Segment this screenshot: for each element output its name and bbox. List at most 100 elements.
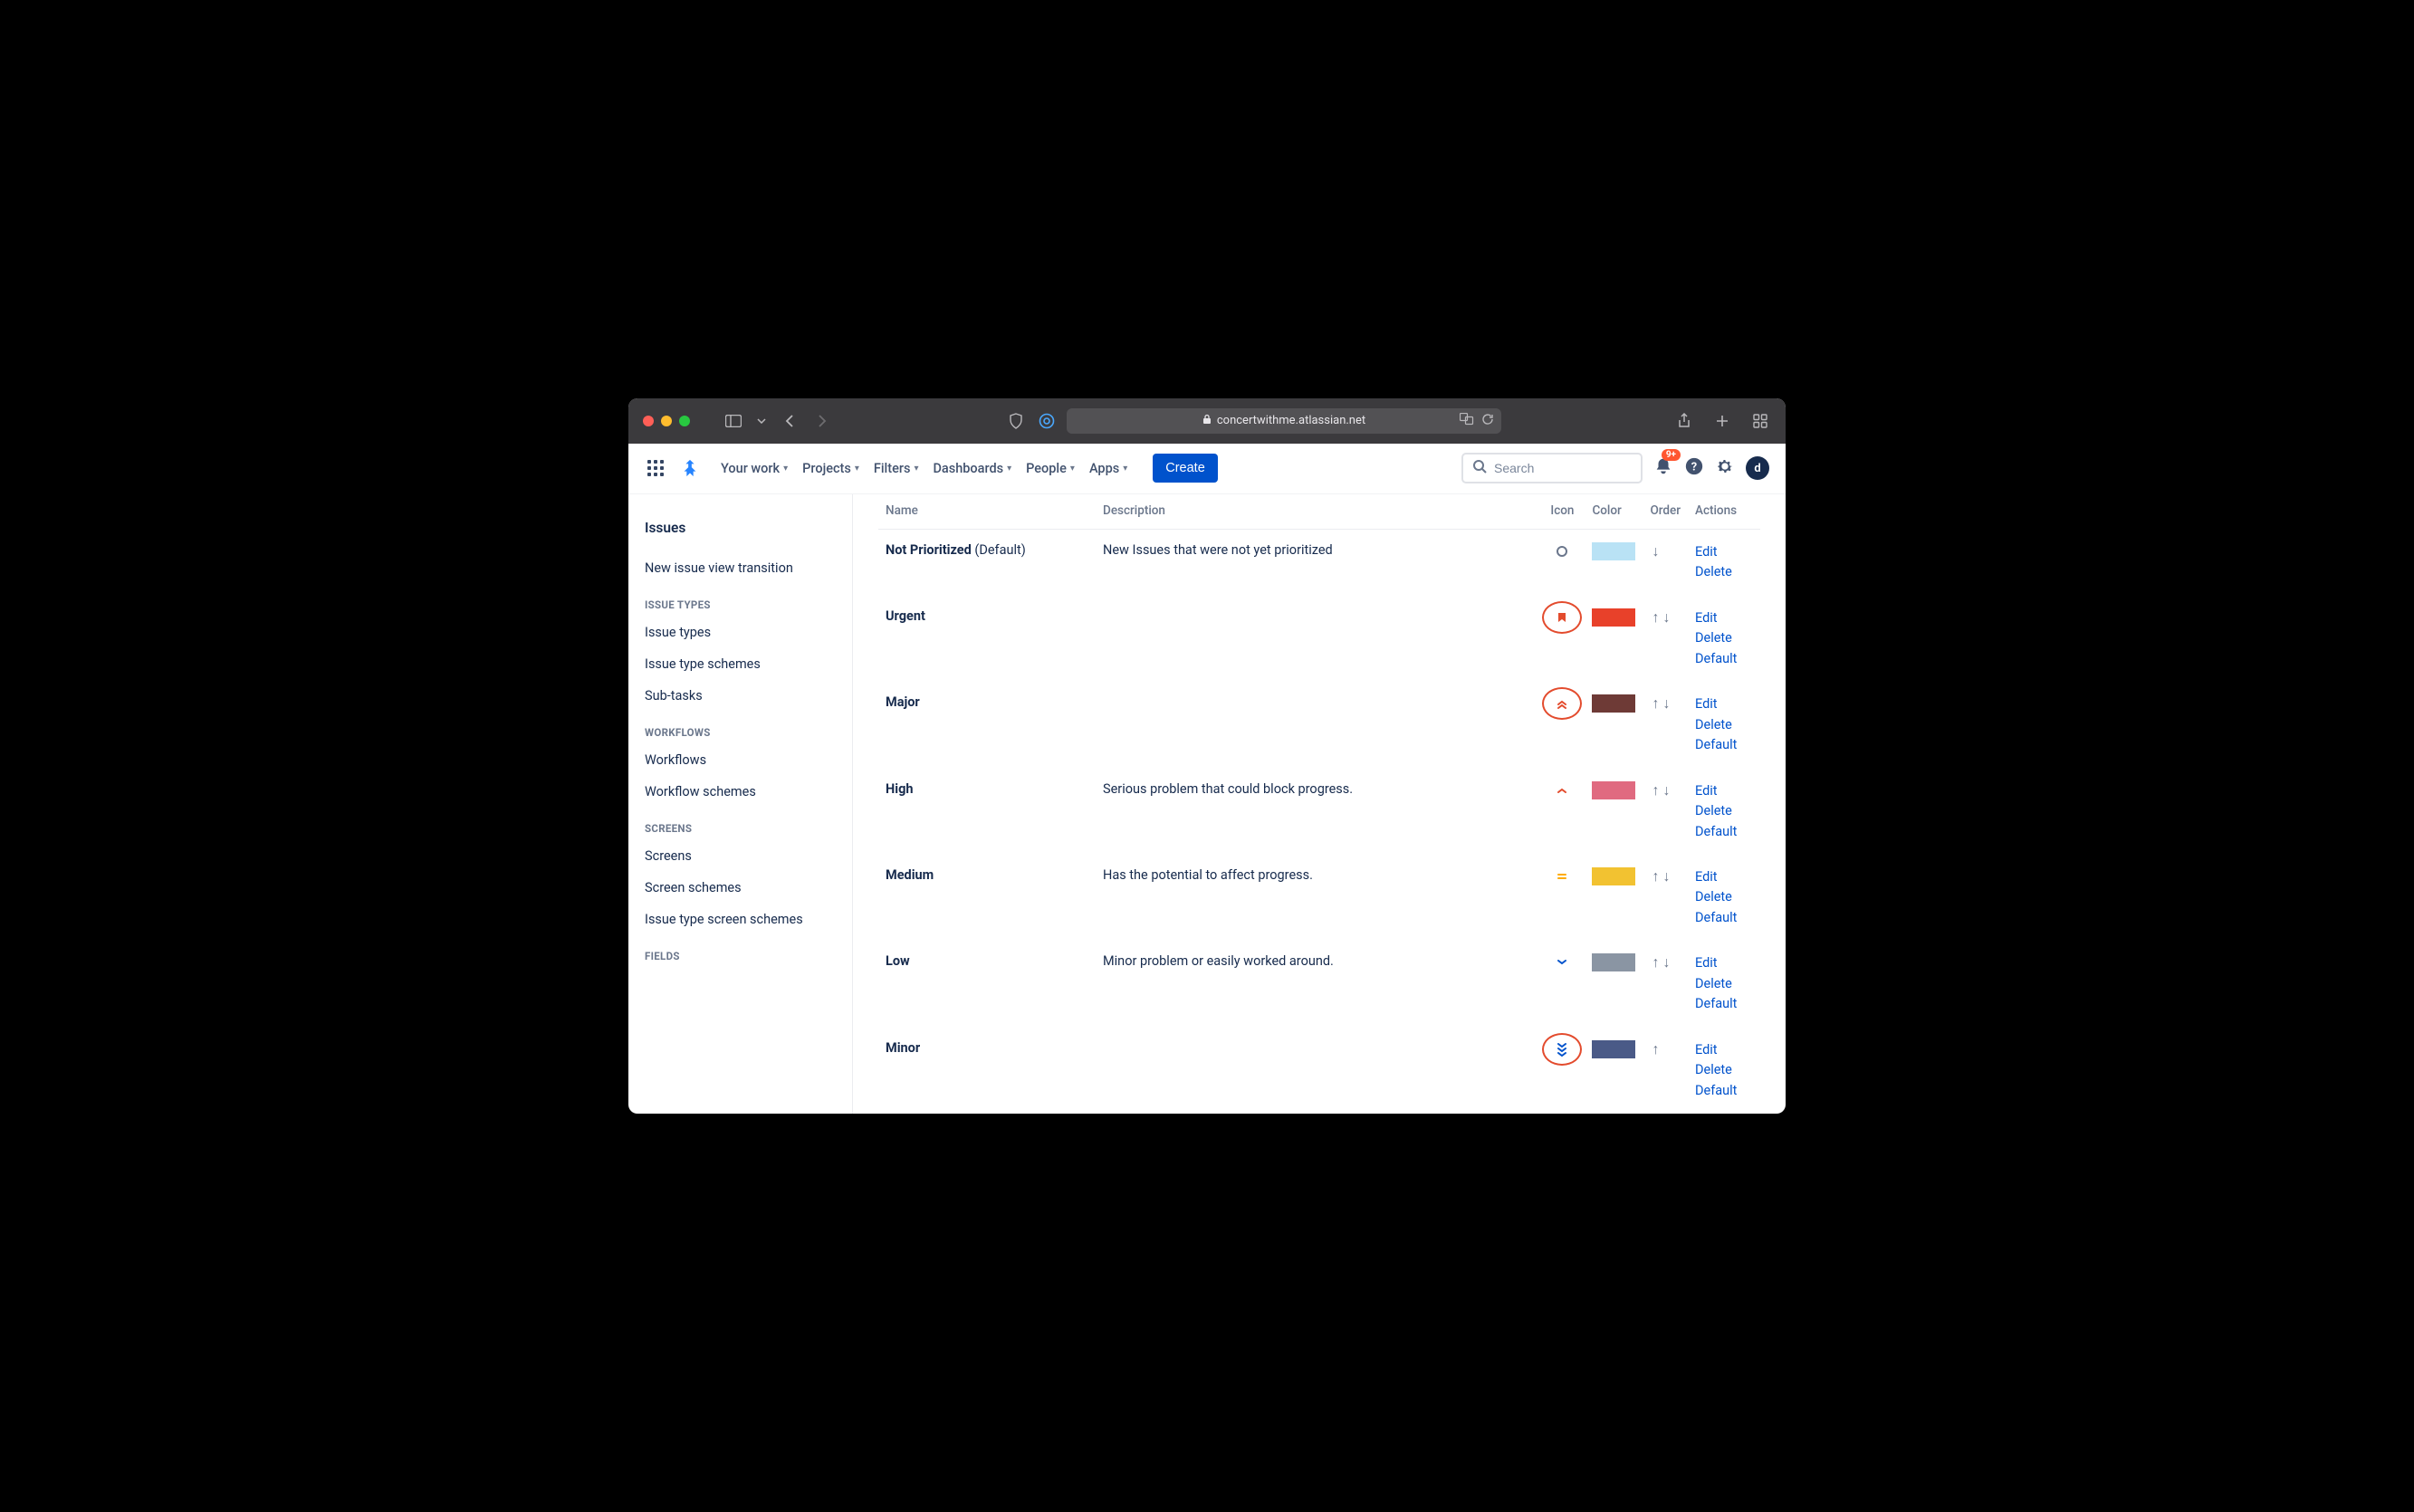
delete-link[interactable]: Delete <box>1695 801 1753 821</box>
privacy-icon[interactable] <box>1036 410 1058 432</box>
priority-icon-cell <box>1539 855 1585 941</box>
help-button[interactable]: ? <box>1684 456 1704 480</box>
shield-icon[interactable] <box>1005 410 1027 432</box>
priority-color-cell <box>1585 855 1643 941</box>
priority-order-cell: ↑↓ <box>1643 855 1688 941</box>
translate-icon[interactable] <box>1460 413 1474 429</box>
delete-link[interactable]: Delete <box>1695 628 1753 648</box>
default-link[interactable]: Default <box>1695 649 1753 669</box>
delete-link[interactable]: Delete <box>1695 562 1753 582</box>
edit-link[interactable]: Edit <box>1695 694 1753 714</box>
nav-item-people[interactable]: People▾ <box>1019 455 1082 482</box>
move-down-button[interactable]: ↓ <box>1661 953 1672 971</box>
delete-link[interactable]: Delete <box>1695 887 1753 907</box>
address-bar[interactable]: concertwithme.atlassian.net <box>1067 408 1501 434</box>
default-link[interactable]: Default <box>1695 735 1753 755</box>
move-up-button[interactable]: ↑ <box>1650 694 1661 713</box>
sidebar-link-issue-type-screen-schemes[interactable]: Issue type screen schemes <box>643 904 843 935</box>
nav-item-your-work[interactable]: Your work▾ <box>714 455 795 482</box>
th-color: Color <box>1585 494 1643 530</box>
back-button[interactable] <box>779 410 800 432</box>
priority-name: Urgent <box>886 608 925 624</box>
sidebar-link-screen-schemes[interactable]: Screen schemes <box>643 872 843 904</box>
edit-link[interactable]: Edit <box>1695 953 1753 973</box>
nav-item-filters[interactable]: Filters▾ <box>867 455 926 482</box>
move-down-button[interactable]: ↓ <box>1661 608 1672 627</box>
user-avatar[interactable]: d <box>1746 456 1769 480</box>
move-up-button[interactable]: ↑ <box>1650 781 1661 799</box>
sidebar-link-new-issue-view-transition[interactable]: New issue view transition <box>643 552 843 584</box>
nav-item-projects[interactable]: Projects▾ <box>795 455 867 482</box>
default-link[interactable]: Default <box>1695 1081 1753 1101</box>
app-switcher-icon[interactable] <box>645 457 666 479</box>
sidebar-link-workflow-schemes[interactable]: Workflow schemes <box>643 776 843 808</box>
edit-link[interactable]: Edit <box>1695 542 1753 562</box>
share-icon[interactable] <box>1673 410 1695 432</box>
jira-topnav: Your work▾Projects▾Filters▾Dashboards▾Pe… <box>628 444 1786 494</box>
jira-logo-icon[interactable] <box>679 457 701 479</box>
edit-link[interactable]: Edit <box>1695 1040 1753 1060</box>
forward-button[interactable] <box>811 410 833 432</box>
priority-name-cell: High <box>878 769 1096 855</box>
priority-icon-cell <box>1539 941 1585 1027</box>
sidebar-section-heading: FIELDS <box>643 935 843 968</box>
sidebar-link-issue-types[interactable]: Issue types <box>643 617 843 648</box>
table-row: LowMinor problem or easily worked around… <box>878 941 1760 1027</box>
sidebar-link-issue-type-schemes[interactable]: Issue type schemes <box>643 648 843 680</box>
search-box[interactable] <box>1461 453 1643 483</box>
edit-link[interactable]: Edit <box>1695 867 1753 887</box>
th-description: Description <box>1096 494 1539 530</box>
priority-color-cell <box>1585 596 1643 682</box>
nav-item-apps[interactable]: Apps▾ <box>1082 455 1135 482</box>
move-up-button[interactable]: ↑ <box>1650 1040 1661 1058</box>
move-up-button[interactable]: ↑ <box>1650 953 1661 971</box>
chevron-down-icon: ▾ <box>914 464 918 474</box>
tabs-icon[interactable] <box>1749 410 1771 432</box>
notifications-button[interactable]: 9+ <box>1653 456 1673 480</box>
edit-link[interactable]: Edit <box>1695 608 1753 628</box>
priority-order-cell: ↑↓ <box>1643 769 1688 855</box>
minimize-window-button[interactable] <box>661 416 672 426</box>
svg-text:?: ? <box>1691 461 1697 474</box>
reload-icon[interactable] <box>1481 413 1494 429</box>
priority-name: Major <box>886 694 920 710</box>
priority-triple-down-icon <box>1553 1040 1571 1058</box>
create-button[interactable]: Create <box>1153 454 1218 483</box>
table-row: HighSerious problem that could block pro… <box>878 769 1760 855</box>
priority-description <box>1096 596 1539 682</box>
move-down-button[interactable]: ↓ <box>1661 867 1672 885</box>
browser-window: concertwithme.atlassian.net <box>628 398 1786 1114</box>
search-input[interactable] <box>1494 461 1632 475</box>
color-swatch <box>1592 542 1635 560</box>
move-down-button[interactable]: ↓ <box>1650 542 1661 560</box>
default-link[interactable]: Default <box>1695 994 1753 1014</box>
sidebar-link-sub-tasks[interactable]: Sub-tasks <box>643 680 843 712</box>
priority-order-cell: ↑↓ <box>1643 941 1688 1027</box>
nav-item-dashboards[interactable]: Dashboards▾ <box>925 455 1019 482</box>
priority-actions-cell: EditDeleteDefault <box>1688 596 1760 682</box>
priority-chev-down-icon <box>1553 953 1571 971</box>
move-up-button[interactable]: ↑ <box>1650 608 1661 627</box>
move-up-button[interactable]: ↑ <box>1650 867 1661 885</box>
priority-chev-up-icon <box>1553 781 1571 799</box>
move-down-button[interactable]: ↓ <box>1661 781 1672 799</box>
default-link[interactable]: Default <box>1695 908 1753 928</box>
delete-link[interactable]: Delete <box>1695 715 1753 735</box>
settings-button[interactable] <box>1715 456 1735 480</box>
sidebar-toggle-icon[interactable] <box>723 410 744 432</box>
nav-item-label: Apps <box>1089 461 1119 476</box>
priority-bookmark-icon <box>1553 608 1571 627</box>
maximize-window-button[interactable] <box>679 416 690 426</box>
default-link[interactable]: Default <box>1695 822 1753 842</box>
delete-link[interactable]: Delete <box>1695 1060 1753 1080</box>
priority-name: High <box>886 781 913 797</box>
toolbar-chevron-icon[interactable] <box>755 410 768 432</box>
move-down-button[interactable]: ↓ <box>1661 694 1672 713</box>
sidebar-link-workflows[interactable]: Workflows <box>643 744 843 776</box>
close-window-button[interactable] <box>643 416 654 426</box>
edit-link[interactable]: Edit <box>1695 781 1753 801</box>
delete-link[interactable]: Delete <box>1695 974 1753 994</box>
priority-double-up-icon <box>1553 694 1571 713</box>
new-tab-icon[interactable] <box>1711 410 1733 432</box>
sidebar-link-screens[interactable]: Screens <box>643 840 843 872</box>
